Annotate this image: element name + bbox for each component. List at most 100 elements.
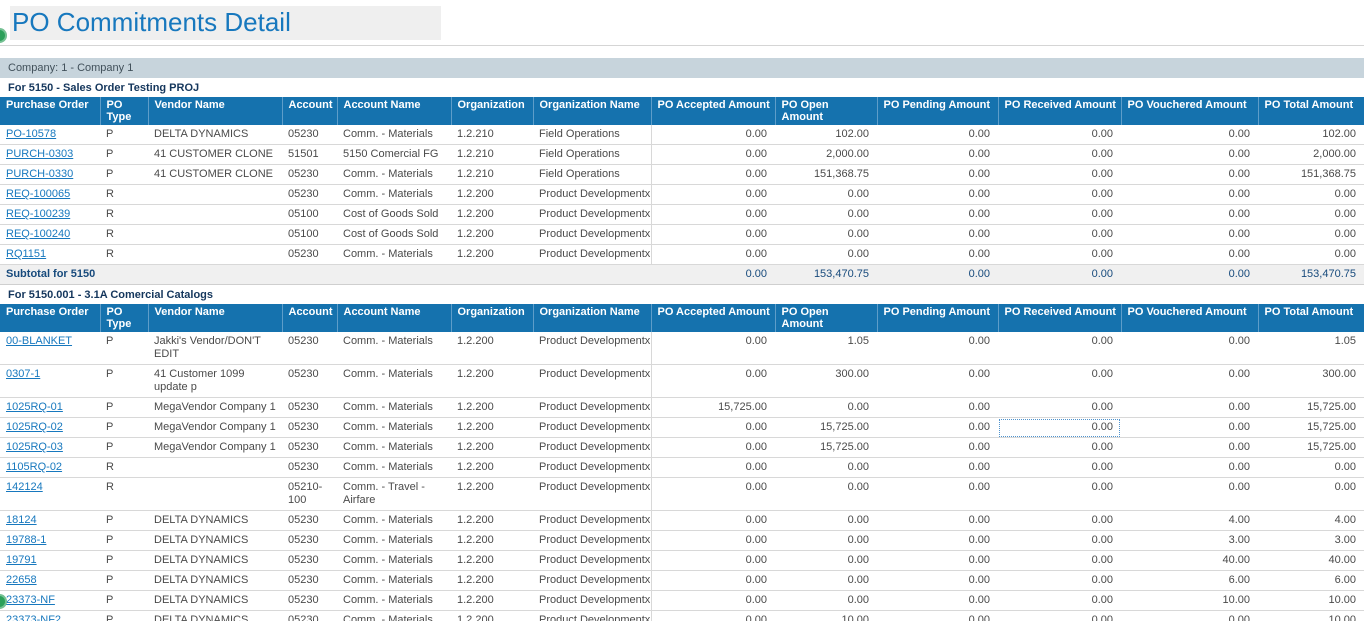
po-number-link[interactable]: 18124 [6, 514, 37, 526]
cell-account: 05230 [282, 511, 337, 531]
cell-po-received-amount: 0.00 [998, 458, 1121, 478]
cell-po-vouchered-amount: 4.00 [1121, 511, 1258, 531]
cell-account-name: Comm. - Materials [337, 571, 451, 591]
po-number-link[interactable]: 23373-NF2 [6, 614, 61, 621]
cell-vendor-name: DELTA DYNAMICS [148, 591, 282, 611]
purchase-order-cell: PO-10578 [0, 125, 100, 145]
subtotal-po-pending-amount: 0.00 [877, 265, 998, 285]
cell-account: 05230 [282, 398, 337, 418]
column-header-purchase-order: Purchase Order [0, 304, 100, 332]
cell-organization: 1.2.210 [451, 125, 533, 145]
cell-account-name: Comm. - Materials [337, 165, 451, 185]
purchase-order-cell: PURCH-0330 [0, 165, 100, 185]
po-number-link[interactable]: REQ-100240 [6, 228, 70, 240]
title-divider [0, 45, 1364, 46]
cell-po-total-amount: 2,000.00 [1258, 145, 1364, 165]
cell-vendor-name: DELTA DYNAMICS [148, 125, 282, 145]
column-header-po-received-amount: PO Received Amount [998, 97, 1121, 125]
cell-po-type: P [100, 125, 148, 145]
cell-organization-name: Product Developmentx [533, 511, 651, 531]
column-header-purchase-order: Purchase Order [0, 97, 100, 125]
po-number-link[interactable]: 1025RQ-02 [6, 421, 63, 433]
po-number-link[interactable]: 23373-NF [6, 594, 55, 606]
po-number-link[interactable]: 1025RQ-03 [6, 441, 63, 453]
table-row: RQ1151R05230Comm. - Materials1.2.200Prod… [0, 245, 1364, 265]
cell-organization: 1.2.200 [451, 438, 533, 458]
po-commitments-table-5150: Purchase OrderPO TypeVendor NameAccountA… [0, 97, 1364, 285]
column-header-po-total-amount: PO Total Amount [1258, 304, 1364, 332]
cell-vendor-name [148, 478, 282, 511]
cell-organization-name: Product Developmentx [533, 332, 651, 365]
po-number-link[interactable]: 1025RQ-01 [6, 401, 63, 413]
focused-amount-cell[interactable]: 0.00 [998, 418, 1121, 438]
cell-organization-name: Product Developmentx [533, 418, 651, 438]
cell-organization: 1.2.200 [451, 205, 533, 225]
po-number-link[interactable]: 0307-1 [6, 368, 40, 380]
cell-po-total-amount: 0.00 [1258, 185, 1364, 205]
po-number-link[interactable]: REQ-100065 [6, 188, 70, 200]
section-heading-5150: For 5150 - Sales Order Testing PROJ [0, 78, 1364, 97]
po-number-link[interactable]: REQ-100239 [6, 208, 70, 220]
purchase-order-cell: 0307-1 [0, 365, 100, 398]
po-number-link[interactable]: PURCH-0303 [6, 148, 73, 160]
po-commitments-table-5150-001: Purchase OrderPO TypeVendor NameAccountA… [0, 304, 1364, 621]
cell-po-received-amount: 0.00 [998, 611, 1121, 621]
cell-po-accepted-amount: 0.00 [651, 332, 775, 365]
cell-po-vouchered-amount: 6.00 [1121, 571, 1258, 591]
table-row: 1105RQ-02R05230Comm. - Materials1.2.200P… [0, 458, 1364, 478]
cell-po-total-amount: 0.00 [1258, 225, 1364, 245]
cell-po-vouchered-amount: 3.00 [1121, 531, 1258, 551]
cell-organization-name: Product Developmentx [533, 438, 651, 458]
cell-organization-name: Product Developmentx [533, 245, 651, 265]
table-header-row: Purchase OrderPO TypeVendor NameAccountA… [0, 304, 1364, 332]
table-row: 23373-NFPDELTA DYNAMICS05230Comm. - Mate… [0, 591, 1364, 611]
purchase-order-cell: RQ1151 [0, 245, 100, 265]
table-row: REQ-100240R05100Cost of Goods Sold1.2.20… [0, 225, 1364, 245]
cell-po-vouchered-amount: 10.00 [1121, 591, 1258, 611]
cell-organization: 1.2.200 [451, 531, 533, 551]
section-heading-5150-001: For 5150.001 - 3.1A Comercial Catalogs [0, 285, 1364, 304]
cell-po-open-amount: 102.00 [775, 125, 877, 145]
column-header-organization: Organization [451, 304, 533, 332]
po-number-link[interactable]: PURCH-0330 [6, 168, 73, 180]
cell-po-vouchered-amount: 0.00 [1121, 332, 1258, 365]
po-number-link[interactable]: 00-BLANKET [6, 335, 72, 347]
cell-po-pending-amount: 0.00 [877, 225, 998, 245]
po-number-link[interactable]: RQ1151 [6, 248, 46, 260]
cell-vendor-name: DELTA DYNAMICS [148, 571, 282, 591]
cell-po-type: P [100, 511, 148, 531]
cell-organization-name: Product Developmentx [533, 225, 651, 245]
table-row: 0307-1P41 Customer 1099 update p05230Com… [0, 365, 1364, 398]
purchase-order-cell: 00-BLANKET [0, 332, 100, 365]
cell-account: 05230 [282, 551, 337, 571]
cell-po-pending-amount: 0.00 [877, 185, 998, 205]
cell-po-open-amount: 0.00 [775, 591, 877, 611]
po-number-link[interactable]: 19791 [6, 554, 37, 566]
table-row: 19791PDELTA DYNAMICS05230Comm. - Materia… [0, 551, 1364, 571]
cell-organization: 1.2.200 [451, 511, 533, 531]
cell-po-vouchered-amount: 0.00 [1121, 185, 1258, 205]
po-number-link[interactable]: PO-10578 [6, 128, 56, 140]
cell-account-name: Comm. - Materials [337, 245, 451, 265]
cell-po-vouchered-amount: 0.00 [1121, 125, 1258, 145]
po-number-link[interactable]: 19788-1 [6, 534, 46, 546]
cell-po-total-amount: 1.05 [1258, 332, 1364, 365]
cell-vendor-name: DELTA DYNAMICS [148, 551, 282, 571]
cell-account: 05100 [282, 205, 337, 225]
cell-account: 05100 [282, 225, 337, 245]
table-row: 1025RQ-02PMegaVendor Company 105230Comm.… [0, 418, 1364, 438]
po-number-link[interactable]: 22658 [6, 574, 37, 586]
po-number-link[interactable]: 142124 [6, 481, 43, 493]
green-marker-icon [0, 28, 7, 43]
cell-po-received-amount: 0.00 [998, 438, 1121, 458]
cell-organization: 1.2.200 [451, 332, 533, 365]
cell-po-pending-amount: 0.00 [877, 365, 998, 398]
column-header-po-vouchered-amount: PO Vouchered Amount [1121, 304, 1258, 332]
cell-po-type: P [100, 165, 148, 185]
cell-organization: 1.2.200 [451, 478, 533, 511]
cell-organization-name: Product Developmentx [533, 458, 651, 478]
cell-account: 05230 [282, 458, 337, 478]
column-header-po-pending-amount: PO Pending Amount [877, 97, 998, 125]
po-number-link[interactable]: 1105RQ-02 [6, 461, 62, 473]
cell-po-open-amount: 0.00 [775, 398, 877, 418]
